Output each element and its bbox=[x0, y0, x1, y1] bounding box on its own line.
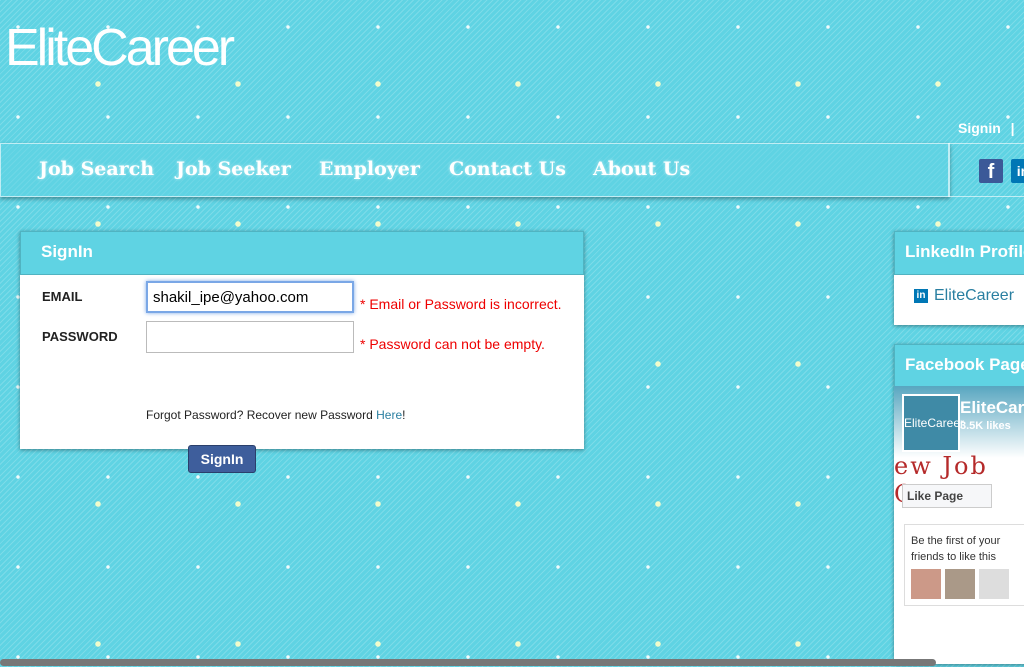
email-field[interactable] bbox=[146, 281, 354, 313]
avatar[interactable] bbox=[911, 569, 941, 599]
signin-button[interactable]: SignIn bbox=[188, 445, 256, 473]
linkedin-icon[interactable]: in bbox=[1011, 159, 1024, 183]
top-links: Signin | bbox=[958, 120, 1021, 136]
linkedin-panel: LinkedIn Profile in EliteCareer bbox=[894, 231, 1024, 325]
forgot-password: Forgot Password? Recover new Password He… bbox=[146, 408, 406, 422]
page-likes: 3.5K likes bbox=[960, 420, 1011, 432]
page-thumbnail[interactable]: EliteCareer bbox=[902, 394, 964, 452]
avatar[interactable] bbox=[945, 569, 975, 599]
friends-box: Be the first of your friends to like thi… bbox=[904, 524, 1024, 606]
signin-link[interactable]: Signin bbox=[958, 120, 1001, 136]
facebook-panel-title: Facebook Page bbox=[894, 344, 1024, 388]
separator: | bbox=[1010, 120, 1015, 136]
nav-employer[interactable]: Employer bbox=[319, 158, 420, 180]
nav-about-us[interactable]: About Us bbox=[593, 158, 690, 180]
linkedin-icon: in bbox=[914, 288, 928, 303]
facebook-page-card[interactable]: EliteCareer EliteCareer 3.5K likes ew Jo… bbox=[894, 386, 1024, 508]
nav-job-search[interactable]: Job Search bbox=[39, 158, 154, 180]
linkedin-panel-title: LinkedIn Profile bbox=[894, 231, 1024, 275]
social-links: f in bbox=[948, 143, 1024, 197]
page-name[interactable]: EliteCareer bbox=[960, 398, 1024, 418]
facebook-icon[interactable]: f bbox=[979, 159, 1003, 183]
password-label: PASSWORD bbox=[42, 329, 118, 344]
nav-job-seeker[interactable]: Job Seeker bbox=[176, 158, 291, 180]
email-error: * Email or Password is incorrect. bbox=[360, 296, 562, 312]
horizontal-scrollbar[interactable] bbox=[0, 659, 936, 666]
friends-text: Be the first of your friends to like thi… bbox=[911, 535, 1001, 563]
email-label: EMAIL bbox=[42, 289, 83, 304]
signin-title: SignIn bbox=[20, 231, 584, 275]
facebook-panel: Facebook Page EliteCareer EliteCareer 3.… bbox=[894, 344, 1024, 664]
recover-password-link[interactable]: Here bbox=[376, 408, 402, 422]
linkedin-profile-link[interactable]: in EliteCareer bbox=[914, 287, 1014, 305]
avatar[interactable] bbox=[979, 569, 1009, 599]
like-page-button[interactable]: Like Page bbox=[902, 484, 992, 508]
password-error: * Password can not be empty. bbox=[360, 336, 545, 352]
main-nav: Job Search Job Seeker Employer Contact U… bbox=[0, 143, 950, 197]
site-logo[interactable]: EliteCareer bbox=[5, 18, 235, 78]
password-field[interactable] bbox=[146, 321, 354, 353]
signin-panel: SignIn EMAIL * Email or Password is inco… bbox=[20, 231, 584, 473]
nav-contact-us[interactable]: Contact Us bbox=[449, 158, 566, 180]
